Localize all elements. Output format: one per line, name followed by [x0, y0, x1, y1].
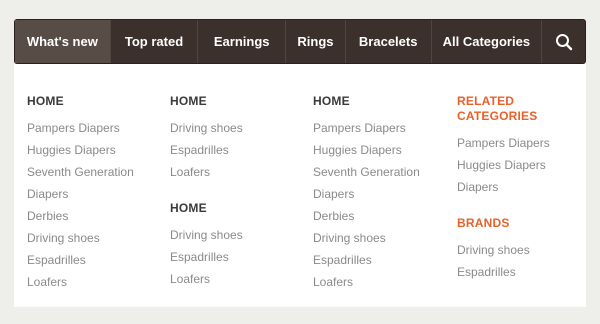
menu-link[interactable]: Driving shoes [313, 230, 386, 246]
nav-earnings[interactable]: Earnings [198, 20, 287, 63]
search-icon [555, 33, 572, 50]
column-heading: HOME [27, 94, 64, 108]
menu-link[interactable]: Espadrilles [170, 142, 229, 158]
menu-link[interactable]: Espadrilles [27, 252, 86, 268]
menu-link[interactable]: Seventh Generation [313, 164, 420, 180]
menu-link[interactable]: Espadrilles [457, 264, 516, 280]
menu-link[interactable]: Loafers [170, 271, 210, 287]
main-nav: What's new Top rated Earnings Rings Brac… [14, 19, 586, 64]
menu-link[interactable]: Derbies [27, 208, 68, 224]
menu-link[interactable]: Pampers Diapers [27, 120, 120, 136]
menu-link[interactable]: Driving shoes [170, 120, 243, 136]
mega-menu-panel: HOME Pampers Diapers Huggies Diapers Sev… [14, 64, 586, 307]
column-heading-2: HOME [170, 201, 207, 215]
column-heading: HOME [170, 94, 207, 108]
related-categories-heading-line2: CATEGORIES [457, 109, 538, 123]
menu-link[interactable]: Loafers [313, 274, 353, 290]
nav-whats-new[interactable]: What's new [15, 20, 111, 63]
menu-link[interactable]: Seventh Generation [27, 164, 134, 180]
nav-bracelets[interactable]: Bracelets [346, 20, 432, 63]
menu-link[interactable]: Derbies [313, 208, 354, 224]
menu-link[interactable]: Diapers [313, 186, 354, 202]
menu-link[interactable]: Driving shoes [457, 242, 530, 258]
nav-top-rated[interactable]: Top rated [111, 20, 199, 63]
nav-rings[interactable]: Rings [286, 20, 346, 63]
menu-link[interactable]: Espadrilles [170, 249, 229, 265]
menu-link[interactable]: Pampers Diapers [457, 135, 550, 151]
menu-link[interactable]: Loafers [27, 274, 67, 290]
menu-link[interactable]: Huggies Diapers [457, 157, 546, 173]
menu-link[interactable]: Driving shoes [27, 230, 100, 246]
brands-heading: BRANDS [457, 216, 510, 230]
related-categories-heading-line1: RELATED [457, 94, 515, 108]
menu-link[interactable]: Pampers Diapers [313, 120, 406, 136]
menu-link[interactable]: Huggies Diapers [27, 142, 116, 158]
nav-all-categories[interactable]: All Categories [432, 20, 542, 63]
menu-link[interactable]: Diapers [457, 179, 498, 195]
menu-link[interactable]: Driving shoes [170, 227, 243, 243]
column-heading: HOME [313, 94, 350, 108]
menu-link[interactable]: Loafers [170, 164, 210, 180]
menu-link[interactable]: Espadrilles [313, 252, 372, 268]
search-button[interactable] [541, 20, 585, 63]
menu-link[interactable]: Huggies Diapers [313, 142, 402, 158]
menu-link[interactable]: Diapers [27, 186, 68, 202]
